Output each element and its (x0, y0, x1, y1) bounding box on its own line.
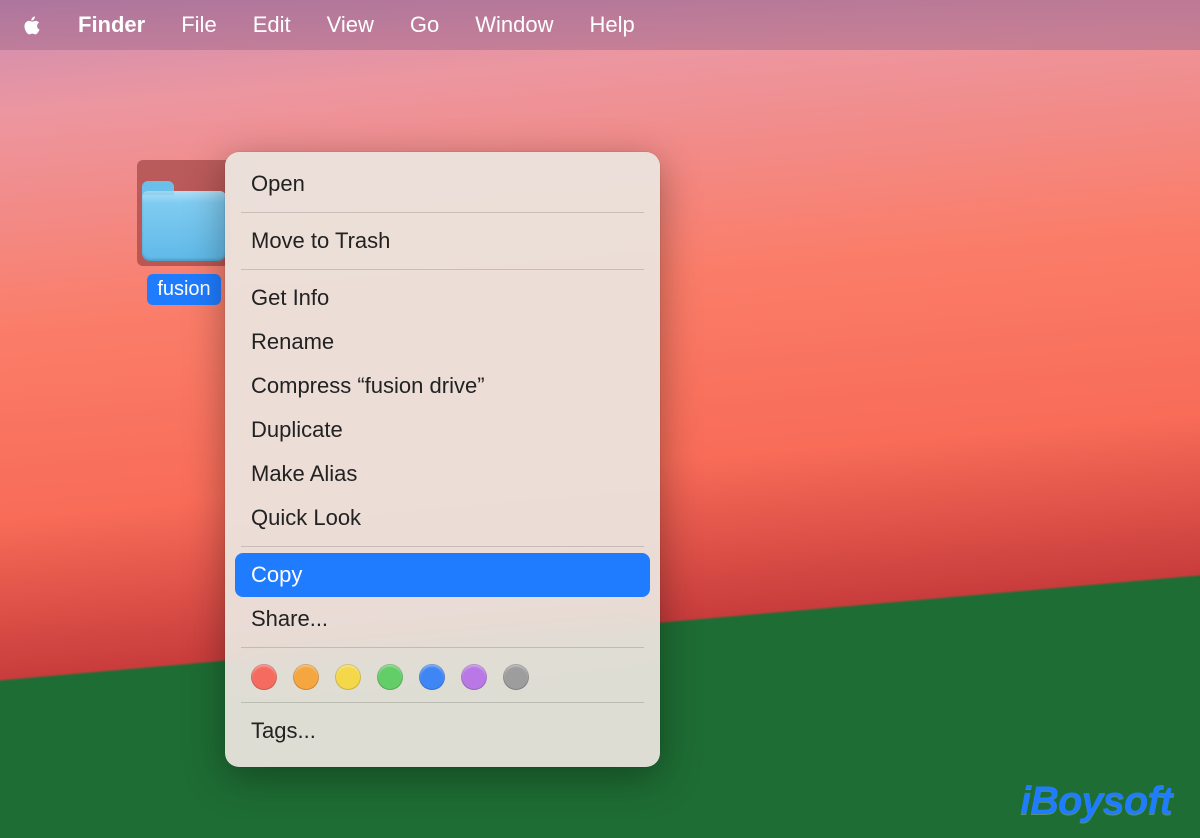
context-menu: Open Move to Trash Get Info Rename Compr… (225, 152, 660, 767)
menubar-item-view[interactable]: View (327, 12, 374, 38)
menu-item-rename[interactable]: Rename (225, 320, 660, 364)
tag-dot-purple[interactable] (461, 664, 487, 690)
menu-separator (241, 212, 644, 213)
menubar-item-help[interactable]: Help (590, 12, 635, 38)
menu-item-compress[interactable]: Compress “fusion drive” (225, 364, 660, 408)
menu-separator (241, 546, 644, 547)
menu-separator (241, 647, 644, 648)
folder-icon (137, 160, 231, 266)
tag-dot-green[interactable] (377, 664, 403, 690)
menubar-app-name[interactable]: Finder (78, 12, 145, 38)
folder-label[interactable]: fusion (147, 274, 220, 305)
menu-separator (241, 269, 644, 270)
menu-item-copy[interactable]: Copy (235, 553, 650, 597)
menubar-item-window[interactable]: Window (475, 12, 553, 38)
menubar-item-go[interactable]: Go (410, 12, 439, 38)
tag-dot-yellow[interactable] (335, 664, 361, 690)
watermark: iBoysoft (1020, 779, 1172, 824)
apple-logo-icon[interactable] (20, 12, 42, 38)
menu-item-get-info[interactable]: Get Info (225, 276, 660, 320)
tag-dot-orange[interactable] (293, 664, 319, 690)
tag-dot-gray[interactable] (503, 664, 529, 690)
desktop-folder[interactable]: fusion (137, 160, 231, 310)
tag-color-row (225, 654, 660, 696)
menubar-item-file[interactable]: File (181, 12, 216, 38)
menu-item-make-alias[interactable]: Make Alias (225, 452, 660, 496)
menu-item-share[interactable]: Share... (225, 597, 660, 641)
tag-dot-blue[interactable] (419, 664, 445, 690)
desktop[interactable]: Finder File Edit View Go Window Help fus… (0, 0, 1200, 838)
menu-item-move-to-trash[interactable]: Move to Trash (225, 219, 660, 263)
menubar-item-edit[interactable]: Edit (253, 12, 291, 38)
menu-item-open[interactable]: Open (225, 162, 660, 206)
menubar: Finder File Edit View Go Window Help (0, 0, 1200, 50)
menu-item-quick-look[interactable]: Quick Look (225, 496, 660, 540)
menu-separator (241, 702, 644, 703)
tag-dot-red[interactable] (251, 664, 277, 690)
menu-item-duplicate[interactable]: Duplicate (225, 408, 660, 452)
menu-item-tags[interactable]: Tags... (225, 709, 660, 753)
